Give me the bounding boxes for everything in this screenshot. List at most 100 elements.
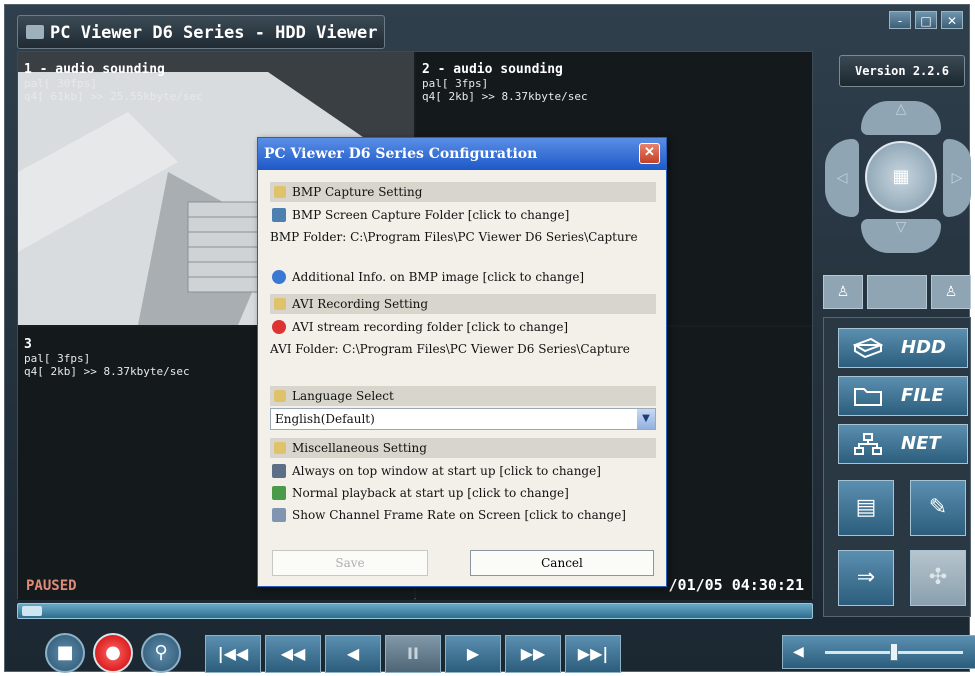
folder-icon: [854, 388, 882, 406]
document-icon: ▤: [855, 495, 877, 520]
record-button[interactable]: ●: [93, 633, 133, 673]
show-frame-rate-text: Show Channel Frame Rate on Screen [click…: [292, 508, 626, 522]
bmp-folder-path: BMP Folder: C:\Program Files\PC Viewer D…: [270, 230, 638, 244]
speaker-icon[interactable]: ◀: [793, 644, 804, 660]
network-icon: [854, 433, 882, 455]
zoom-display: [867, 275, 927, 309]
hdd-mode-button[interactable]: HDD: [838, 328, 968, 368]
configuration-dialog: PC Viewer D6 Series Configuration ✕ BMP …: [257, 137, 667, 587]
channel-3-overlay: 3 pal[ 3fps] q4[ 2kb] >> 8.37kbyte/sec: [24, 337, 190, 378]
camera-icon: ■: [56, 642, 74, 663]
side-panel: Version 2.2.6 △ ▽ ◁ ▷ ▦ ♙ ♙ HDD FILE NET…: [823, 51, 971, 621]
control-bar: ■ ● ⚲ |◀◀ ◀◀ ◀ II ▶ ▶▶ ▶▶| ◀: [17, 629, 975, 673]
maximize-button[interactable]: □: [915, 11, 937, 29]
avi-section-title: AVI Recording Setting: [292, 297, 429, 311]
ptz-left-button[interactable]: ◁: [825, 139, 859, 217]
eraser-icon: [272, 508, 286, 522]
rewind-button[interactable]: ◀: [325, 635, 381, 673]
wrench-icon: [274, 186, 286, 198]
pause-button[interactable]: II: [385, 635, 441, 673]
language-select[interactable]: English(Default) ▼: [270, 408, 656, 430]
search-icon: ⚲: [154, 642, 168, 663]
seek-handle[interactable]: [22, 606, 42, 616]
log-button[interactable]: ▤: [838, 480, 894, 536]
volume-control: ◀: [782, 635, 975, 669]
window-title: PC Viewer D6 Series - HDD Viewer: [50, 23, 378, 43]
play-icon: [272, 486, 286, 500]
channel-2-format: pal[ 3fps]: [422, 77, 489, 90]
misc-section-title: Miscellaneous Setting: [292, 441, 427, 455]
dialog-close-button[interactable]: ✕: [639, 143, 660, 164]
wrench-icon: [274, 298, 286, 310]
file-mode-label: FILE: [901, 385, 944, 406]
cancel-button[interactable]: Cancel: [470, 550, 654, 576]
backup-button[interactable]: ⇒: [838, 550, 894, 606]
bmp-info-link[interactable]: Additional Info. on BMP image [click to …: [270, 266, 656, 288]
dialog-title-bar[interactable]: PC Viewer D6 Series Configuration ✕: [258, 138, 666, 170]
avi-section-header: AVI Recording Setting: [270, 294, 656, 314]
wrench-icon: [274, 442, 286, 454]
channel-1-bitrate: q4[ 61kb] >> 25.55kbyte/sec: [24, 90, 203, 103]
play-button[interactable]: ▶: [445, 635, 501, 673]
hdd-viewer-window: PC Viewer D6 Series - HDD Viewer - □ ✕ 1…: [4, 4, 975, 673]
version-label: Version 2.2.6: [839, 55, 965, 87]
skip-start-button[interactable]: |◀◀: [205, 635, 261, 673]
search-button[interactable]: ⚲: [141, 633, 181, 673]
normal-playback-link[interactable]: Normal playback at start up [click to ch…: [270, 482, 656, 504]
person-minus-icon: ♙: [944, 284, 958, 300]
grid-icon: ▦: [892, 166, 910, 187]
channel-1-overlay: 1 - audio sounding pal[ 30fps] q4[ 61kb]…: [24, 62, 203, 103]
zoom-out-button[interactable]: ♙: [931, 275, 971, 309]
disabled-tool-button[interactable]: ✣: [910, 550, 966, 606]
bmp-folder-link[interactable]: BMP Screen Capture Folder [click to chan…: [270, 204, 656, 226]
info-icon: [272, 270, 286, 284]
title-bar[interactable]: PC Viewer D6 Series - HDD Viewer: [17, 15, 385, 49]
ptz-down-button[interactable]: ▽: [861, 219, 941, 253]
avi-folder-link[interactable]: AVI stream recording folder [click to ch…: [270, 316, 656, 338]
snapshot-button[interactable]: ■: [45, 633, 85, 673]
save-button[interactable]: Save: [272, 550, 428, 576]
channel-3-bitrate: q4[ 2kb] >> 8.37kbyte/sec: [24, 365, 190, 378]
always-on-top-link[interactable]: Always on top window at start up [click …: [270, 460, 656, 482]
wrench-icon: ✎: [928, 495, 948, 520]
avi-folder-path: AVI Folder: C:\Program Files\PC Viewer D…: [270, 342, 630, 356]
file-mode-button[interactable]: FILE: [838, 376, 968, 416]
person-plus-icon: ♙: [836, 284, 850, 300]
bmp-section-title: BMP Capture Setting: [292, 185, 423, 199]
chevron-down-icon[interactable]: ▼: [637, 409, 655, 429]
export-icon: ⇒: [856, 565, 876, 590]
wrench-icon: [274, 390, 286, 402]
window-controls: - □ ✕: [889, 11, 963, 29]
ptz-right-button[interactable]: ▷: [943, 139, 971, 217]
close-window-button[interactable]: ✕: [941, 11, 963, 29]
volume-handle[interactable]: [890, 643, 898, 661]
language-section-header: Language Select: [270, 386, 656, 406]
skip-end-button[interactable]: ▶▶|: [565, 635, 621, 673]
hdd-icon: [853, 337, 883, 359]
app-icon: [26, 25, 44, 39]
camera-icon: [272, 208, 286, 222]
net-mode-label: NET: [901, 433, 941, 454]
channel-1-title: 1 - audio sounding: [24, 62, 165, 77]
misc-section-header: Miscellaneous Setting: [270, 438, 656, 458]
record-icon: ●: [105, 642, 121, 663]
fast-forward-button[interactable]: ▶▶: [505, 635, 561, 673]
always-on-top-text: Always on top window at start up [click …: [292, 464, 601, 478]
net-mode-button[interactable]: NET: [838, 424, 968, 464]
ptz-center-button[interactable]: ▦: [865, 141, 937, 213]
record-icon: [272, 320, 286, 334]
minimize-button[interactable]: -: [889, 11, 911, 29]
seek-bar[interactable]: [17, 603, 813, 619]
channel-2-overlay: 2 - audio sounding pal[ 3fps] q4[ 2kb] >…: [422, 62, 588, 103]
fast-rewind-button[interactable]: ◀◀: [265, 635, 321, 673]
ptz-up-button[interactable]: △: [861, 101, 941, 135]
ptz-control: △ ▽ ◁ ▷ ▦: [823, 101, 971, 271]
channel-2-title: 2 - audio sounding: [422, 62, 563, 77]
bmp-section-header: BMP Capture Setting: [270, 182, 656, 202]
hdd-mode-label: HDD: [901, 337, 946, 358]
show-frame-rate-link[interactable]: Show Channel Frame Rate on Screen [click…: [270, 504, 656, 526]
settings-button[interactable]: ✎: [910, 480, 966, 536]
zoom-in-button[interactable]: ♙: [823, 275, 863, 309]
bmp-folder-link-text: BMP Screen Capture Folder [click to chan…: [292, 208, 570, 222]
playback-status: PAUSED: [26, 578, 77, 594]
